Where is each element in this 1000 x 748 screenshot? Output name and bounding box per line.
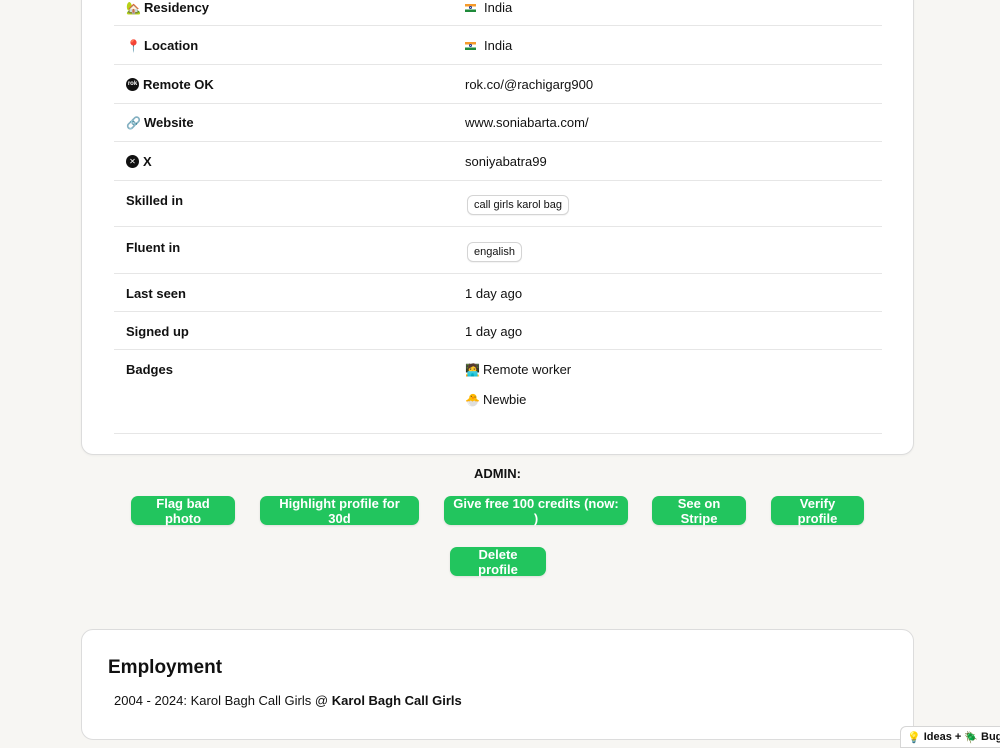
row-label: Remote OK [143,77,214,92]
highlight-profile-button[interactable]: Highlight profile for 30d [260,496,419,526]
delete-profile-button[interactable]: Delete profile [450,547,546,577]
row-label: Fluent in [126,240,181,255]
see-on-stripe-button[interactable]: See on Stripe [652,496,746,526]
row-label: Last seen [126,286,186,301]
employment-entry: 2004 - 2024: Karol Bagh Call Girls @ Kar… [114,693,462,708]
x-handle-link[interactable]: soniyabatra99 [465,154,547,169]
row-value: 1 day ago [465,286,523,301]
india-flag-icon [465,41,476,50]
employment-heading: Employment [108,657,223,678]
row-label: Location [144,38,199,53]
employment-card: Employment 2004 - 2024: Karol Bagh Call … [81,629,914,740]
table-row-location: 📍 Location India [114,26,882,65]
row-label: Residency [144,0,210,15]
skill-tag[interactable]: call girls karol bag [467,195,570,215]
employment-period-role: 2004 - 2024: Karol Bagh Call Girls @ [114,693,332,708]
employment-company[interactable]: Karol Bagh Call Girls [332,693,462,708]
newbie-chick-icon: 🐣 [465,392,480,407]
lightbulb-icon: 💡 [907,731,921,744]
badge-label: Remote worker [483,362,572,377]
flag-bad-photo-button[interactable]: Flag bad photo [131,496,235,526]
table-row-badges: Badges 🧑‍💻 Remote worker 🐣 Newbie [114,350,882,434]
table-row-fluent-in: Fluent in engalish [114,227,882,274]
table-row-residency: 🏡 Residency India [114,0,882,26]
give-free-credits-button[interactable]: Give free 100 credits (now: ) [444,496,628,526]
feedback-label-bugs: Bugs [981,731,1000,743]
website-link[interactable]: www.soniabarta.com/ [465,115,589,130]
admin-section-title: ADMIN: [474,466,521,481]
table-row-skilled-in: Skilled in call girls karol bag [114,181,882,227]
x-logo-icon: ✕ [126,155,139,168]
row-label: Website [144,115,194,130]
link-icon: 🔗 [126,115,141,130]
table-row-last-seen: Last seen 1 day ago [114,274,882,312]
remote-ok-icon: rok [126,78,139,91]
table-row-remote-ok: rok Remote OK rok.co/@rachigarg900 [114,65,882,104]
row-label: X [143,154,152,169]
row-value: 1 day ago [465,324,523,339]
verify-profile-button[interactable]: Verify profile [771,496,864,526]
table-row-signed-up: Signed up 1 day ago [114,312,882,350]
row-label: Skilled in [126,193,184,208]
badge-remote-worker: 🧑‍💻 Remote worker [465,362,571,377]
india-flag-icon [465,3,476,12]
badge-label: Newbie [483,392,527,407]
row-value: India [484,38,513,53]
language-tag[interactable]: engalish [467,242,522,262]
feedback-label: Ideas + [923,731,962,743]
profile-details-card: 🏡 Residency India 📍 Location India rok R… [81,0,914,455]
table-row-x: ✕ X soniyabatra99 [114,142,882,181]
row-label: Badges [126,362,173,377]
bug-icon: 🪲 [964,731,979,744]
remote-worker-icon: 🧑‍💻 [465,362,480,377]
badge-newbie: 🐣 Newbie [465,392,526,407]
row-label: Signed up [126,324,189,339]
row-value: India [484,0,513,15]
remote-ok-link[interactable]: rok.co/@rachigarg900 [465,77,593,92]
pin-icon: 📍 [126,38,141,53]
house-icon: 🏡 [126,0,141,15]
table-row-website: 🔗 Website www.soniabarta.com/ [114,104,882,142]
